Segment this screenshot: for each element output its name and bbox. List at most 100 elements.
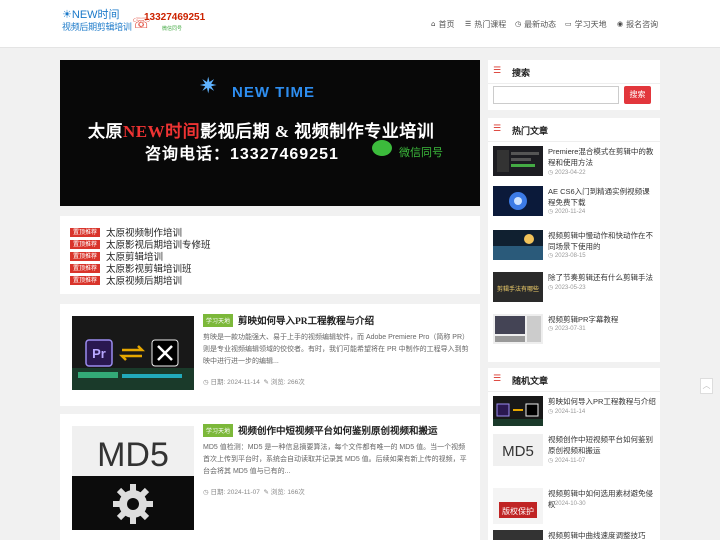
article-title[interactable]: 剪映如何导入PR工程教程与介绍 <box>548 396 656 407</box>
thumb-text: MD5 <box>502 443 534 460</box>
random-article[interactable]: 剪映如何导入PR工程教程与介绍 ◷ 2024-11-14 <box>493 396 657 430</box>
nav-label: 学习天地 <box>574 19 607 29</box>
random-article[interactable]: MD5 视频创作中短视频平台如何鉴别原创视频和搬运 ◷ 2024-11-07 <box>493 434 657 468</box>
hero-banner[interactable]: ✷ NEW TIME 太原NEW时间影视后期 & 视频制作专业培训 咨询电话：1… <box>60 60 480 206</box>
post-title[interactable]: 剪映如何导入PR工程教程与介绍 <box>238 313 374 327</box>
article-title[interactable]: AE CS6入门到精通实例视频课程免费下载 <box>548 186 656 208</box>
monitor-icon: ▭ <box>565 20 572 28</box>
article-date-value: 2023-08-15 <box>554 253 586 259</box>
article-thumbnail[interactable] <box>493 396 543 426</box>
article-thumbnail[interactable]: 剪辑手法有哪些 <box>493 272 543 302</box>
category-badge[interactable]: 学习天地 <box>203 314 234 327</box>
nav-label: 最新动态 <box>524 19 557 29</box>
thumb-text: 剪辑手法有哪些 <box>497 285 539 293</box>
article-date: ◷ 2023-05-23 <box>548 284 586 291</box>
hero-title: 太原NEW时间影视后期 & 视频制作专业培训 <box>88 117 480 142</box>
nav-label: 首页 <box>438 19 455 29</box>
widget-title: 随机文章 <box>512 376 549 386</box>
clock-icon: ◷ <box>548 501 554 507</box>
clock-icon: ◷ <box>548 170 554 176</box>
hot-article[interactable]: Premiere混合模式在剪辑中的教程和使用方法 ◷ 2023-04-22 <box>493 146 657 180</box>
clock-icon: ◷ <box>203 378 209 386</box>
random-article[interactable]: 视频剪辑中曲线速度调整技巧 <box>493 530 657 540</box>
article-thumbnail[interactable] <box>493 230 543 260</box>
article-title[interactable]: 视频剪辑中曲线速度调整技巧 <box>548 530 656 540</box>
hot-articles-widget: ☰ 热门文章 Premiere混合模式在剪辑中的教程和使用方法 ◷ 2023-04… <box>488 118 660 362</box>
post-thumbnail[interactable]: MD5 <box>72 426 194 530</box>
widget-title: 热门文章 <box>512 126 549 136</box>
article-thumbnail[interactable] <box>493 186 543 216</box>
article-title[interactable]: 除了节奏剪辑还有什么剪辑手法 <box>548 272 656 283</box>
hot-article[interactable]: 视频剪辑PR字幕教程 ◷ 2023-07-31 <box>493 314 657 348</box>
hero-brand: NEW TIME <box>232 84 315 101</box>
article-thumbnail[interactable] <box>493 314 543 344</box>
article-title[interactable]: 视频创作中短视频平台如何鉴别原创视频和搬运 <box>548 434 656 456</box>
search-widget: ☰ 搜索 搜索 <box>488 60 660 110</box>
date-label: 日期: <box>210 379 226 386</box>
post-title[interactable]: 视频创作中短视频平台如何鉴别原创视频和搬运 <box>238 423 438 437</box>
category-badge[interactable]: 学习天地 <box>203 424 234 437</box>
article-date: ◷ 2023-07-31 <box>548 325 586 332</box>
post-meta: ◷ 日期: 2024-11-14 ✎ 浏览: 266次 <box>203 376 305 386</box>
header-phone-wechat: 微信同号 <box>162 26 183 32</box>
nav-label: 报名咨询 <box>626 19 659 29</box>
widget-header: ☰ 搜索 <box>488 60 660 84</box>
hot-article[interactable]: 视频剪辑中慢动作和快动作在不同场景下使用的 ◷ 2023-08-15 <box>493 230 657 264</box>
random-article[interactable]: 版权保护 视频剪辑中如何选用素材避免侵权 ◷ 2024-10-30 <box>493 488 657 524</box>
post-card: MD5 学习天地 视频创作中短视频平台如何鉴别原创视频和搬运 MD5 值检测：M… <box>60 414 480 540</box>
post-excerpt: 剪映是一款功能强大、易于上手的视频编辑软件，而 Adobe Premiere P… <box>203 334 470 365</box>
article-title[interactable]: 视频剪辑PR字幕教程 <box>548 314 656 325</box>
recommend-link[interactable]: 太原视频后期培训 <box>106 273 182 287</box>
nav-item-home[interactable]: ⌂ 首页 <box>431 17 454 31</box>
nav-item-consult[interactable]: ◉ 报名咨询 <box>617 17 658 31</box>
top-bar: ☀NEW时间 视频后期剪辑培训 ☏ 13327469251 微信同号 ⌂ 首页 ☰… <box>0 0 720 48</box>
article-date: ◷ 2024-11-14 <box>548 408 585 415</box>
site-logo[interactable]: ☀NEW时间 视频后期剪辑培训 <box>62 9 132 32</box>
md5-thumb: MD5 <box>72 426 194 530</box>
article-date-value: 2020-11-24 <box>554 209 586 215</box>
back-to-top-button[interactable]: ︿ <box>700 378 713 394</box>
pin-badge: 置顶推荐 <box>70 251 101 261</box>
hot-article[interactable]: AE CS6入门到精通实例视频课程免费下载 ◷ 2020-11-24 <box>493 186 657 220</box>
list-icon: ☰ <box>493 66 502 76</box>
post-thumbnail[interactable]: Pr <box>72 316 194 390</box>
clock-icon: ◷ <box>548 326 554 332</box>
nav-item-courses[interactable]: ☰ 热门课程 <box>465 17 506 31</box>
widget-header: ☰ 热门文章 <box>488 118 660 142</box>
post-excerpt: MD5 值检测：MD5 是一种信息摘要算法，每个文件都有唯一的 MD5 值。当一… <box>203 444 467 475</box>
article-date: ◷ 2023-04-22 <box>548 169 586 176</box>
sun-icon: ☀ <box>62 9 72 21</box>
post-card: Pr 学习天地 剪映如何导入PR工程教程与介绍 剪映是一款功能强大、易于上手的视… <box>60 304 480 406</box>
search-input[interactable] <box>493 86 619 104</box>
recommend-item[interactable]: 置顶推荐 太原视频后期培训 <box>70 273 182 287</box>
pin-badge: 置顶推荐 <box>70 239 101 249</box>
hero-title-c: 影视后期 & 视频制作专业培训 <box>200 122 435 141</box>
post-views: 166次 <box>287 489 305 496</box>
nav-item-news[interactable]: ◷ 最新动态 <box>515 17 556 31</box>
clock-icon: ◷ <box>203 488 209 496</box>
article-title[interactable]: Premiere混合模式在剪辑中的教程和使用方法 <box>548 146 656 168</box>
article-thumbnail[interactable]: 版权保护 <box>493 488 543 524</box>
search-button[interactable]: 搜索 <box>624 86 651 104</box>
article-date-value: 2024-11-14 <box>554 409 586 415</box>
random-articles-widget: ☰ 随机文章 剪映如何导入PR工程教程与介绍 ◷ 2024-11-14 MD5 视… <box>488 368 660 540</box>
article-date: ◷ 2024-11-07 <box>548 457 585 464</box>
hero-phone: 咨询电话：13327469251 <box>145 146 339 163</box>
article-title[interactable]: 视频剪辑中慢动作和快动作在不同场景下使用的 <box>548 230 656 252</box>
article-thumbnail[interactable] <box>493 530 543 540</box>
clock-icon: ◷ <box>548 285 554 291</box>
phone-icon: ☏ <box>132 14 151 32</box>
article-thumbnail[interactable] <box>493 146 543 176</box>
pr-capcut-thumb: Pr <box>72 316 194 390</box>
pin-badge: 置顶推荐 <box>70 263 101 273</box>
logo-line1: NEW时间 <box>71 9 120 21</box>
hot-article[interactable]: 剪辑手法有哪些 除了节奏剪辑还有什么剪辑手法 ◷ 2023-05-23 <box>493 272 657 306</box>
nav-item-study[interactable]: ▭ 学习天地 <box>565 17 607 31</box>
article-thumbnail[interactable]: MD5 <box>493 434 543 466</box>
thumb-md5-text: MD5 <box>97 436 169 474</box>
article-date: ◷ 2023-08-15 <box>548 252 586 259</box>
hero-title-b: NEW时间 <box>123 122 201 141</box>
date-label: 日期: <box>210 489 226 496</box>
article-date: ◷ 2020-11-24 <box>548 208 585 215</box>
clock-icon: ◷ <box>548 253 554 259</box>
